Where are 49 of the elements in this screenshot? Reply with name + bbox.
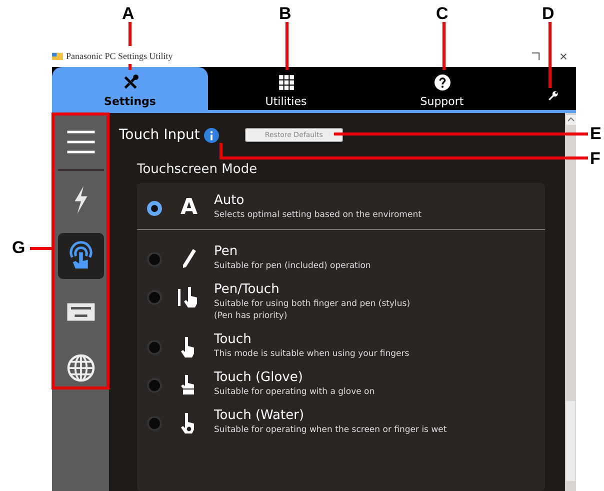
scrollbar[interactable]	[565, 113, 576, 491]
radio-button[interactable]	[147, 290, 162, 305]
radio-button[interactable]	[147, 340, 162, 355]
callout-letter: B	[279, 4, 292, 24]
option-label: Auto	[214, 193, 246, 209]
option-label: Pen	[214, 244, 239, 260]
option-description: Suitable for pen (included) operation	[214, 260, 371, 272]
option-label: Touch (Water)	[214, 408, 306, 424]
scrollbar-thumb[interactable]	[566, 401, 575, 481]
section-heading: Touch Input	[119, 127, 200, 143]
window-title: Panasonic PC Settings Utility	[66, 51, 173, 61]
app-icon	[52, 52, 63, 60]
option-label: Pen/Touch	[214, 282, 280, 298]
radio-button[interactable]	[147, 378, 162, 393]
tools-icon	[122, 74, 138, 91]
group-title: Touchscreen Mode	[137, 162, 258, 177]
sidebar-item[interactable]	[58, 233, 104, 279]
option-description: Selects optimal setting based on the enviroment	[214, 209, 422, 221]
option-description: Suitable for operating with a glove on	[214, 386, 375, 398]
option-label: Touch	[214, 332, 252, 348]
callout-line	[442, 22, 446, 70]
callout-letter: A	[122, 4, 134, 24]
callout-letter: C	[436, 4, 448, 24]
tab[interactable]: Support	[364, 67, 520, 110]
grid-icon	[278, 74, 294, 91]
radio-button[interactable]	[147, 416, 162, 431]
option-description: Suitable for using both finger and pen (stylus)	[214, 298, 410, 310]
option-description: Suitable for operating when the screen or finger is wet	[214, 424, 447, 436]
callout-line	[286, 22, 288, 70]
option-description: This mode is suitable when using your fingers	[214, 348, 410, 360]
globe-icon	[66, 353, 96, 383]
info-icon[interactable]	[204, 128, 219, 142]
tab[interactable]: Utilities	[208, 67, 364, 110]
callout-line	[548, 22, 552, 88]
callout-letter: E	[590, 124, 602, 144]
close-button[interactable]	[559, 52, 568, 60]
callout-letter: G	[12, 238, 26, 258]
radio-button[interactable]	[147, 201, 162, 216]
maximize-button[interactable]	[531, 52, 540, 60]
callout-line	[30, 247, 54, 250]
help-icon	[434, 74, 450, 91]
callout-letter: F	[590, 149, 600, 169]
tab[interactable]: Settings	[52, 67, 208, 110]
wrench-icon[interactable]	[547, 89, 560, 102]
option-label: Touch (Glove)	[214, 370, 304, 386]
auto-letter-icon: A	[180, 196, 198, 220]
radio-button[interactable]	[147, 252, 162, 267]
callout-letter: D	[542, 4, 554, 24]
option-note: (Pen has priority)	[214, 310, 288, 322]
